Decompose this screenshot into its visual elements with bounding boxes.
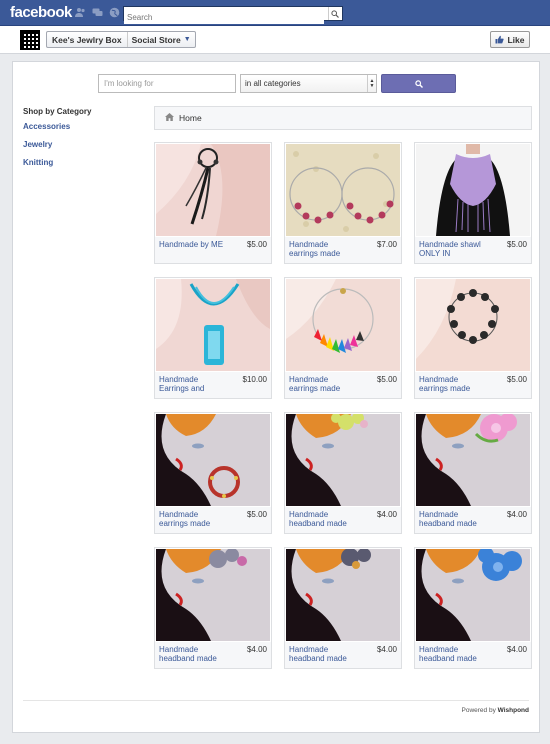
product-title[interactable]: Handmade earrings made	[159, 510, 229, 529]
product-price: $5.00	[246, 510, 267, 519]
product-meta: Handmade earrings made $5.00	[155, 507, 271, 533]
product-meta: Handmade earrings made $5.00	[285, 372, 401, 398]
like-button[interactable]: Like	[490, 31, 530, 48]
page-name-link[interactable]: Kee's Jewlry Box	[47, 32, 128, 47]
product-image[interactable]	[416, 279, 530, 371]
store-panel: I'm looking for in all categories ▲ ▼ Sho…	[12, 61, 540, 733]
breadcrumb-home[interactable]: Home	[179, 113, 202, 123]
product-image[interactable]	[156, 144, 270, 236]
store-search-bar: I'm looking for in all categories ▲ ▼	[98, 74, 456, 93]
product-card[interactable]: Handmade headband made $4.00	[154, 547, 272, 669]
search-icon[interactable]	[328, 7, 341, 20]
product-title[interactable]: Handmade headband made	[159, 645, 229, 664]
select-arrows-icon: ▲ ▼	[367, 75, 376, 92]
product-title[interactable]: Handmade headband made	[289, 645, 359, 664]
product-title[interactable]: Handmade by ME	[159, 240, 229, 259]
sidebar-item-knitting[interactable]: Knitting	[23, 158, 143, 167]
product-price: $4.00	[506, 645, 527, 654]
footer-divider	[23, 700, 529, 701]
product-image[interactable]	[416, 144, 530, 236]
product-meta: Handmade earrings made $7.00	[285, 237, 401, 263]
powered-by: Powered by Wishpond	[462, 707, 530, 714]
product-price: $5.00	[506, 375, 527, 384]
product-price: $10.00	[242, 375, 267, 384]
product-image[interactable]	[286, 549, 400, 641]
wishpond-link[interactable]: Wishpond	[498, 707, 529, 714]
product-title[interactable]: Handmade shawl ONLY IN	[419, 240, 489, 259]
product-price: $4.00	[376, 645, 397, 654]
product-card[interactable]: Handmade earrings made $5.00	[414, 277, 532, 399]
product-card[interactable]: Handmade headband made $4.00	[414, 547, 532, 669]
qr-code-icon	[20, 30, 40, 50]
product-card[interactable]: Handmade by ME $5.00	[154, 142, 272, 264]
product-title[interactable]: Handmade headband made	[289, 510, 359, 529]
product-card[interactable]: Handmade earrings made $5.00	[154, 412, 272, 534]
search-icon	[414, 79, 423, 88]
product-title[interactable]: Handmade earrings made	[289, 375, 359, 394]
product-image[interactable]	[156, 279, 270, 371]
messages-icon[interactable]	[91, 6, 104, 19]
product-meta: Handmade Earrings and $10.00	[155, 372, 271, 398]
product-meta: Handmade headband made $4.00	[285, 507, 401, 533]
store-tab-dropdown[interactable]: Social Store ▼	[128, 35, 195, 45]
product-price: $7.00	[376, 240, 397, 249]
product-card[interactable]: Handmade earrings made $7.00	[284, 142, 402, 264]
store-search-button[interactable]	[381, 74, 456, 93]
product-meta: Handmade headband made $4.00	[415, 507, 531, 533]
product-title[interactable]: Handmade Earrings and	[159, 375, 229, 394]
chevron-down-icon: ▼	[183, 36, 191, 43]
product-image[interactable]	[156, 414, 270, 506]
thumbs-up-icon	[495, 35, 505, 44]
sidebar-heading: Shop by Category	[23, 107, 92, 116]
powered-prefix: Powered by	[461, 707, 496, 714]
product-card[interactable]: Handmade Earrings and $10.00	[154, 277, 272, 399]
product-card[interactable]: Handmade headband made $4.00	[284, 547, 402, 669]
product-image[interactable]	[416, 414, 530, 506]
product-price: $5.00	[376, 375, 397, 384]
product-meta: Handmade earrings made $5.00	[415, 372, 531, 398]
like-label: Like	[507, 34, 525, 45]
product-image[interactable]	[416, 549, 530, 641]
facebook-search-input[interactable]	[124, 11, 324, 24]
category-select-value: in all categories	[245, 79, 301, 88]
product-meta: Handmade headband made $4.00	[155, 642, 271, 668]
product-price: $4.00	[506, 510, 527, 519]
facebook-top-bar: facebook	[0, 0, 550, 26]
product-image[interactable]	[286, 414, 400, 506]
notification-jewels	[74, 6, 121, 19]
product-title[interactable]: Handmade earrings made	[419, 375, 489, 394]
friend-requests-icon[interactable]	[74, 6, 87, 19]
facebook-logo[interactable]: facebook	[10, 4, 72, 21]
product-meta: Handmade by ME $5.00	[155, 237, 271, 263]
page-header: Kee's Jewlry Box Social Store ▼ Like	[0, 26, 550, 54]
sidebar-item-accessories[interactable]: Accessories	[23, 122, 143, 131]
product-price: $4.00	[376, 510, 397, 519]
product-title[interactable]: Handmade earrings made	[289, 240, 359, 259]
home-icon[interactable]	[165, 113, 174, 123]
store-search-input[interactable]: I'm looking for	[98, 74, 236, 93]
product-price: $4.00	[246, 645, 267, 654]
product-meta: Handmade headband made $4.00	[285, 642, 401, 668]
product-card[interactable]: Handmade earrings made $5.00	[284, 277, 402, 399]
product-image[interactable]	[286, 144, 400, 236]
category-select[interactable]: in all categories ▲ ▼	[240, 74, 377, 93]
product-meta: Handmade headband made $4.00	[415, 642, 531, 668]
category-sidebar: Shop by Category Accessories Jewelry Kni…	[23, 107, 143, 176]
product-title[interactable]: Handmade headband made	[419, 510, 489, 529]
store-tab-label: Social Store	[131, 34, 181, 45]
product-price: $5.00	[246, 240, 267, 249]
notifications-globe-icon[interactable]	[108, 6, 121, 19]
product-meta: Handmade shawl ONLY IN $5.00	[415, 237, 531, 263]
product-title[interactable]: Handmade headband made	[419, 645, 489, 664]
facebook-search-box	[123, 6, 343, 24]
page-breadcrumb: Kee's Jewlry Box Social Store ▼	[46, 31, 196, 48]
product-price: $5.00	[506, 240, 527, 249]
product-image[interactable]	[156, 549, 270, 641]
product-card[interactable]: Handmade headband made $4.00	[414, 412, 532, 534]
product-card[interactable]: Handmade headband made $4.00	[284, 412, 402, 534]
sidebar-item-jewelry[interactable]: Jewelry	[23, 140, 143, 149]
product-image[interactable]	[286, 279, 400, 371]
breadcrumb: Home	[154, 106, 532, 130]
product-card[interactable]: Handmade shawl ONLY IN $5.00	[414, 142, 532, 264]
